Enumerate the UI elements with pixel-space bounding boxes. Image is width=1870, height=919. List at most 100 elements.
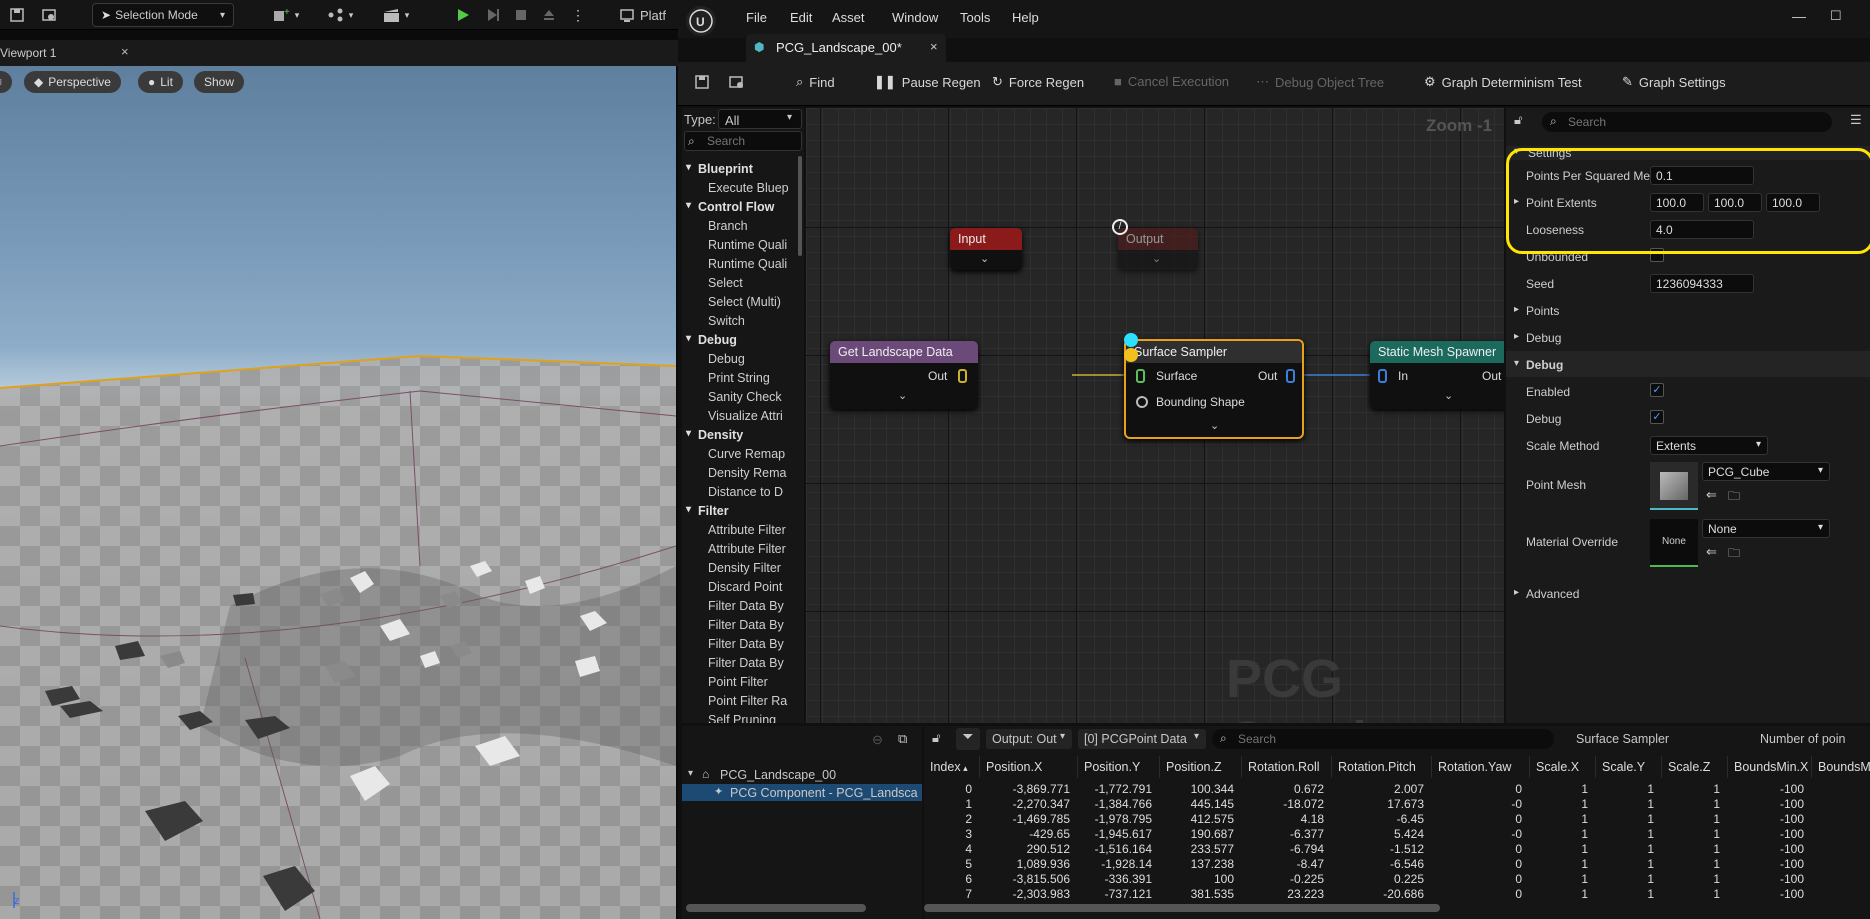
extent-x-field[interactable]: 100.0 [1650,193,1704,212]
inspect-icon[interactable]: ⧉ [898,731,907,747]
play-icon[interactable] [452,3,474,27]
table-row[interactable]: 5 1,089.936 -1,928.14 137.238 -8.47 -6.546 0 1 1… [924,857,1870,871]
column-header[interactable]: Position.Z [1160,756,1242,778]
input-node[interactable]: Input ⌄ [950,228,1022,270]
surface-in-pin[interactable] [1136,369,1145,383]
blueprint-icon[interactable]: ▾ [322,3,358,27]
table-row[interactable]: 1 -2,270.347 -1,384.766 445.145 -18.072 17.67… [924,797,1870,811]
unreal-logo-icon[interactable]: U [686,6,716,36]
pause-regen-button[interactable]: ❚❚ Pause Regen [874,74,981,90]
chevron-right-icon[interactable]: ▸ [1514,196,1519,207]
viewport-tab-title[interactable]: Viewport 1 [0,46,56,60]
palette-node-item[interactable]: Sanity Check [682,388,804,407]
get-landscape-out-pin[interactable] [958,369,967,383]
minimize-icon[interactable]: — [1792,8,1806,24]
chevron-down-icon[interactable]: ⌄ [1444,389,1453,402]
palette-category[interactable]: ▾ Density [682,426,804,445]
chevron-down-icon[interactable]: ⌄ [898,389,907,402]
back-icon[interactable]: ⊖ [872,732,883,748]
palette-node-item[interactable]: Filter Data By [682,635,804,654]
palette-node-item[interactable]: Branch [682,217,804,236]
palette-category[interactable]: ▾ Control Flow [682,198,804,217]
tree-child-row[interactable]: ✦ PCG Component - PCG_Landsca [682,784,922,801]
menu-help[interactable]: Help [1012,10,1039,25]
surface-sampler-node[interactable]: Surface Sampler Surface Out Bounding Sha… [1124,339,1304,439]
palette-node-item[interactable]: Curve Remap [682,445,804,464]
attribute-scrollbar[interactable] [924,904,1440,912]
table-row[interactable]: 6 -3,815.506 -336.391 100 -0.225 0.225 0 1 1 1 -10… [924,872,1870,886]
show-button[interactable]: Show [194,71,245,93]
table-row[interactable]: 0 -3,869.771 -1,772.791 100.344 0.672 2.007 0 1… [924,782,1870,796]
palette-node-item[interactable]: Execute Bluep [682,179,804,198]
column-header[interactable]: Index ▴ [924,756,980,778]
palette-category[interactable]: ▾ Filter [682,502,804,521]
column-header[interactable]: BoundsM [1812,756,1870,778]
palette-node-item[interactable]: Attribute Filter [682,540,804,559]
palette-node-item[interactable]: Filter Data By [682,597,804,616]
use-selected-icon[interactable]: ⇐ [1706,487,1717,503]
platforms-icon[interactable] [616,3,638,27]
chevron-down-icon[interactable]: ⌄ [1210,419,1219,432]
points-per-sq-meter-field[interactable]: 0.1 [1650,166,1754,185]
palette-node-item[interactable]: Select (Multi) [682,293,804,312]
debug-section-header[interactable]: ▾ Debug [1506,351,1870,377]
palette-node-item[interactable]: Density Filter [682,559,804,578]
menu-tools[interactable]: Tools [960,10,990,25]
column-header[interactable]: Scale.Z [1662,756,1728,778]
table-row[interactable]: 3 -429.65 -1,945.617 190.687 -6.377 5.424 -0 1 1… [924,827,1870,841]
graph-settings-button[interactable]: ✎ Graph Settings [1622,74,1726,90]
column-header[interactable]: Rotation.Roll [1242,756,1332,778]
palette-node-item[interactable]: Density Rema [682,464,804,483]
palette-node-item[interactable]: Visualize Attri [682,407,804,426]
graph-canvas[interactable]: Zoom -1 PCG Graph Input ⌄ Output ⌄ / Get… [806,108,1504,723]
table-row[interactable]: 2 -1,469.785 -1,978.795 412.575 4.18 -6.45 0 1 1… [924,812,1870,826]
unbounded-checkbox[interactable] [1650,248,1664,262]
lock-icon[interactable]: 🔓︎ [1514,112,1522,128]
debug-collapsed-row[interactable]: ▸ Debug [1506,324,1870,350]
palette-node-item[interactable]: Distance to D [682,483,804,502]
material-thumbnail[interactable]: None [1650,519,1698,567]
palette-node-item[interactable]: Point Filter [682,673,804,692]
menu-edit[interactable]: Edit [790,10,812,25]
type-filter-dropdown[interactable]: All ▾ [718,109,802,129]
details-search-input[interactable] [1568,114,1818,130]
view-options-icon[interactable]: ☰ [1850,112,1862,128]
chevron-down-icon[interactable]: ⌄ [980,252,989,265]
bounding-shape-pin[interactable] [1136,396,1148,408]
debug-checkbox[interactable]: ✓ [1650,410,1664,424]
extent-z-field[interactable]: 100.0 [1766,193,1820,212]
level-viewport[interactable]: z ≡ ◆ Perspective ● Lit Show [0,66,676,919]
tree-scrollbar[interactable] [686,904,866,912]
output-node[interactable]: Output ⌄ [1118,228,1198,270]
selection-mode-dropdown[interactable]: ➤ Selection Mode ▾ [92,3,234,27]
palette-category[interactable]: ▾ Blueprint [682,160,804,179]
force-regen-button[interactable]: ↻ Force Regen [992,74,1084,90]
attribute-search-input[interactable] [1238,731,1538,747]
attribute-search-field[interactable]: ⌕ [1212,729,1554,749]
find-button[interactable]: ⌕ Find [796,74,835,90]
tree-root-row[interactable]: ▾ ⌂ PCG_Landscape_00 [682,766,922,784]
enabled-checkbox[interactable]: ✓ [1650,383,1664,397]
maximize-icon[interactable]: ☐ [1830,8,1842,24]
cinematics-icon[interactable]: ▾ [378,3,414,27]
output-pin-dropdown[interactable]: Output: Out ▾ [986,729,1072,749]
get-landscape-data-node[interactable]: Get Landscape Data Out ⌄ [830,341,978,409]
palette-node-item[interactable]: Switch [682,312,804,331]
browse-asset-icon[interactable]: 🗀︎ [1728,487,1740,508]
material-override-picker[interactable]: None ▾ [1702,519,1830,538]
table-row[interactable]: 7 -2,303.983 -737.121 381.535 23.223 -20.686 0… [924,887,1870,901]
column-header[interactable]: Position.Y [1078,756,1160,778]
scale-method-dropdown[interactable]: Extents ▾ [1650,436,1768,455]
perspective-button[interactable]: ◆ Perspective [24,71,121,93]
palette-node-item[interactable]: Debug [682,350,804,369]
browse-asset-icon[interactable]: 🗀︎ [1728,544,1740,565]
column-header[interactable]: Position.X [980,756,1078,778]
close-icon[interactable]: × [930,39,938,54]
menu-file[interactable]: File [746,10,767,25]
details-search-field[interactable]: ⌕ [1542,112,1832,132]
menu-asset[interactable]: Asset [832,10,865,25]
add-actor-icon[interactable]: + ▾ [268,3,304,27]
column-header[interactable]: Scale.Y [1596,756,1662,778]
content-icon[interactable] [38,3,60,27]
looseness-field[interactable]: 4.0 [1650,220,1754,239]
